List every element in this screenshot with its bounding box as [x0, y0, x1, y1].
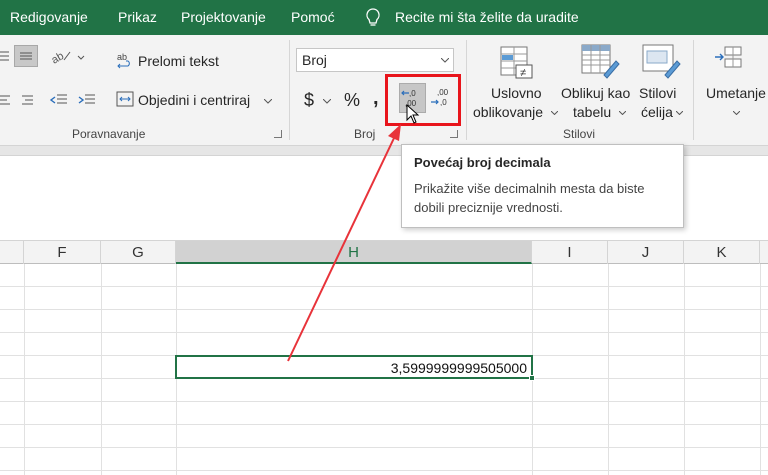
ribbon: ab ab Prelomi tekst Objedini i centriraj…	[0, 35, 768, 146]
ribbon-separator	[466, 40, 467, 140]
row-line	[0, 401, 768, 402]
chevron-down-icon[interactable]	[676, 111, 683, 115]
alignment-group-label: Poravnavanje	[72, 127, 146, 141]
cell-styles-label-1[interactable]: Stilovi	[639, 85, 676, 101]
cell-styles-button[interactable]: ćelija	[641, 104, 673, 120]
conditional-formatting-label-1[interactable]: Uslovno	[491, 85, 542, 101]
insert-cells-icon	[715, 46, 742, 68]
column-line	[101, 264, 102, 475]
svg-text:ab: ab	[50, 50, 66, 67]
conditional-formatting-button[interactable]: oblikovanje	[473, 104, 543, 120]
column-line	[24, 264, 25, 475]
align-middle-icon	[20, 52, 32, 60]
tooltip-body: Prikažite više decimalnih mesta da biste…	[414, 181, 645, 215]
format-as-table-label-1[interactable]: Oblikuj kao	[561, 85, 630, 101]
chevron-down-icon[interactable]	[264, 99, 272, 104]
mouse-cursor-icon	[406, 104, 420, 124]
decrease-indent-icon[interactable]	[50, 92, 68, 108]
column-header-j[interactable]: J	[608, 241, 684, 264]
align-middle-button[interactable]	[14, 45, 38, 67]
number-format-value: Broj	[302, 52, 327, 68]
chevron-down-icon[interactable]	[551, 111, 558, 115]
column-line	[760, 264, 761, 475]
column-line	[684, 264, 685, 475]
fill-handle[interactable]	[529, 375, 535, 381]
merge-center-button[interactable]: Objedini i centriraj	[138, 92, 250, 108]
alignment-dialog-launcher-icon[interactable]	[274, 130, 282, 138]
row-line	[0, 447, 768, 448]
number-dialog-launcher-icon[interactable]	[450, 130, 458, 138]
svg-text:ab: ab	[117, 52, 127, 62]
align-left-top-icon[interactable]	[0, 47, 10, 65]
active-cell[interactable]: 3,5999999999505000	[175, 355, 533, 379]
ribbon-separator	[693, 40, 694, 140]
chevron-down-icon	[441, 58, 449, 63]
row-line	[0, 286, 768, 287]
align-right-icon[interactable]	[20, 93, 34, 107]
merge-center-icon	[116, 91, 134, 107]
column-header-k[interactable]: K	[684, 241, 760, 264]
number-format-dropdown[interactable]: Broj	[296, 48, 454, 72]
svg-text:≠: ≠	[520, 67, 526, 79]
percent-button[interactable]: %	[344, 90, 360, 111]
ribbon-separator	[289, 40, 290, 140]
menu-projektovanje[interactable]: Projektovanje	[181, 9, 266, 25]
chevron-down-icon[interactable]	[619, 111, 626, 115]
column-header-f[interactable]: F	[24, 241, 101, 264]
tooltip: Povećaj broj decimala Prikažite više dec…	[401, 144, 684, 228]
menu-prikaz[interactable]: Prikaz	[118, 9, 157, 25]
increase-indent-icon[interactable]	[78, 92, 96, 108]
insert-button[interactable]: Umetanje	[706, 85, 766, 101]
conditional-formatting-icon: ≠	[500, 46, 533, 79]
orientation-button[interactable]: ab	[49, 47, 86, 67]
tooltip-title: Povećaj broj decimala	[414, 155, 551, 170]
currency-button[interactable]: $	[304, 90, 314, 111]
row-line	[0, 332, 768, 333]
row-line	[0, 470, 768, 471]
column-header-i[interactable]: I	[532, 241, 608, 264]
row-line	[0, 424, 768, 425]
styles-group-label: Stilovi	[563, 127, 596, 141]
format-as-table-icon	[581, 44, 620, 79]
tell-me-search[interactable]: Recite mi šta želite da uradite	[395, 9, 579, 25]
menu-redigovanje[interactable]: Redigovanje	[10, 9, 88, 25]
chevron-down-icon[interactable]	[323, 99, 331, 104]
row-line	[0, 309, 768, 310]
cell-styles-icon	[642, 44, 681, 79]
menu-pomoc[interactable]: Pomoć	[291, 9, 335, 25]
highlight-box	[385, 74, 461, 126]
column-header-h[interactable]: H	[176, 241, 532, 264]
column-header-partial[interactable]	[0, 241, 24, 264]
align-left-icon[interactable]	[0, 93, 12, 107]
active-cell-value: 3,5999999999505000	[390, 360, 527, 376]
orientation-icon: ab	[49, 50, 85, 67]
format-as-table-button[interactable]: tabelu	[573, 104, 611, 120]
lightbulb-icon	[366, 8, 380, 26]
wrap-text-icon: ab	[116, 51, 134, 71]
number-group-label: Broj	[354, 127, 376, 141]
menu-bar: Redigovanje Prikaz Projektovanje Pomoć R…	[0, 0, 768, 35]
column-header-g[interactable]: G	[101, 241, 176, 264]
column-headers: F G H I J K	[0, 240, 768, 264]
chevron-down-icon[interactable]	[733, 111, 740, 115]
wrap-text-button[interactable]: Prelomi tekst	[138, 53, 219, 69]
column-line	[608, 264, 609, 475]
comma-style-button[interactable]: ,	[373, 87, 379, 110]
